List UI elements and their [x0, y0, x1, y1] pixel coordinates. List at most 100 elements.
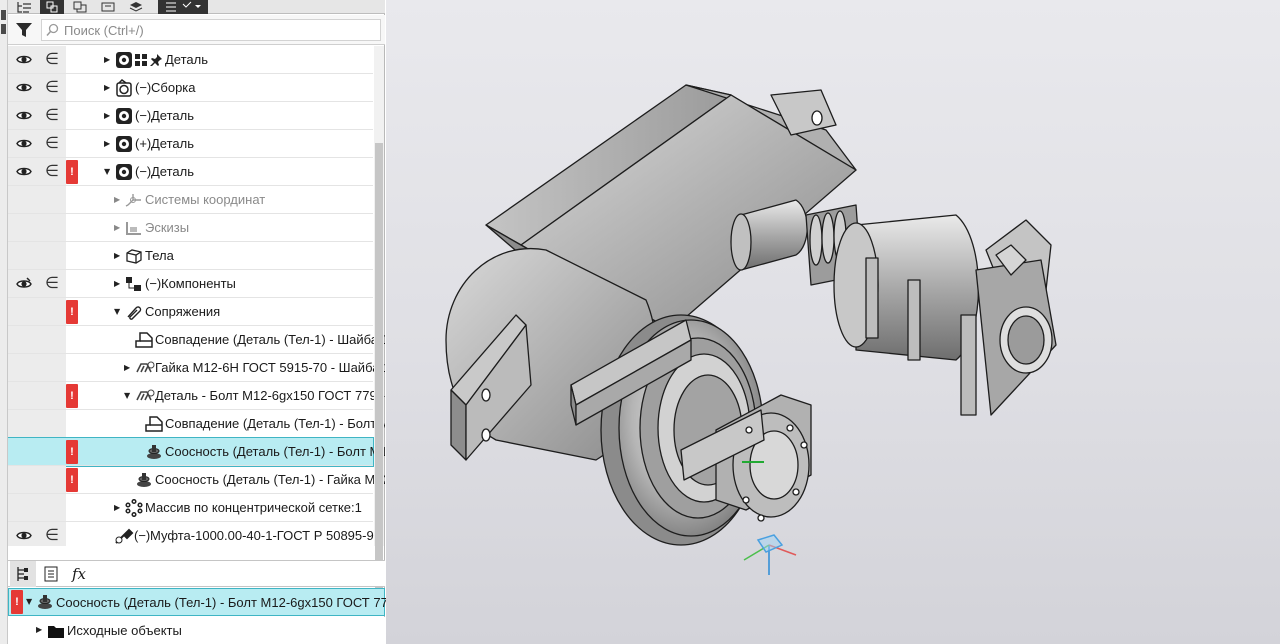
- model-tree: ∈ ▶ Деталь ∈ ▶ (−) Сборка ∈ ▶ (−) Деталь ∈ ▶ (+) Детал…: [8, 46, 385, 546]
- row-gutter: [8, 326, 66, 353]
- include-in-calculation-icon[interactable]: ∈: [45, 107, 59, 123]
- tree-view-icon[interactable]: [12, 0, 36, 14]
- row-gutter: [8, 410, 66, 437]
- tree-item-assembly[interactable]: ∈ ▶ (−) Сборка: [8, 74, 373, 102]
- floating-state-marker: (−): [135, 80, 152, 95]
- tree-item-mate-concentric-bolt[interactable]: ! Соосность (Деталь (Тел-1) - Болт М1: [8, 437, 385, 467]
- tree-item-mate-group-nut[interactable]: ▶ Гайка М12-6Н ГОСТ 5915-70 - Шайба 1: [8, 354, 385, 382]
- include-in-calculation-icon[interactable]: ∈: [45, 163, 59, 179]
- expand-arrow-icon[interactable]: ▶: [114, 279, 122, 289]
- tree-item-mate-coincidence-2[interactable]: Совпадение (Деталь (Тел-1) - Болт М: [8, 410, 385, 438]
- expand-arrow-icon[interactable]: ▼: [26, 597, 34, 607]
- tree-item-part-2[interactable]: ∈ ▶ (−) Деталь: [8, 102, 373, 130]
- visibility-eye-icon[interactable]: [16, 109, 32, 122]
- expand-arrow-icon[interactable]: ▶: [36, 625, 44, 635]
- visibility-eye-icon[interactable]: [16, 529, 32, 542]
- include-in-calculation-icon[interactable]: ∈: [45, 51, 59, 67]
- visibility-eye-icon[interactable]: [16, 81, 32, 94]
- row-gutter: ∈: [8, 102, 66, 129]
- row-gutter: [8, 354, 66, 381]
- sketch-icon: [125, 218, 143, 238]
- components-view-icon[interactable]: [68, 0, 92, 14]
- coincide-icon: [145, 414, 163, 434]
- expand-arrow-icon[interactable]: ▶: [124, 363, 132, 373]
- tree-item-label: Деталь: [151, 164, 194, 179]
- tree-item-label: Деталь - Болт М12-6gx150 ГОСТ 7798-7: [155, 388, 385, 403]
- concentric-icon: [135, 470, 153, 490]
- tab-properties[interactable]: [38, 561, 64, 587]
- tree-item-mates[interactable]: ! ▼ Сопряжения: [8, 298, 373, 326]
- collapse-arrow-icon[interactable]: ▼: [124, 391, 132, 401]
- view-mode-icon[interactable]: [96, 0, 120, 14]
- floating-state-marker: (−): [145, 276, 162, 291]
- tree-item-mate-coincidence-1[interactable]: Совпадение (Деталь (Тел-1) - Шайба 1: [8, 326, 385, 354]
- collapse-arrow-icon[interactable]: ▼: [114, 307, 122, 317]
- filter-options-dropdown[interactable]: [158, 0, 208, 14]
- tree-item-mate-concentric-nut[interactable]: ! Соосность (Деталь (Тел-1) - Гайка М12: [8, 466, 385, 494]
- visibility-eye-icon[interactable]: [16, 137, 32, 150]
- part-icon: [115, 106, 133, 126]
- include-in-calculation-icon[interactable]: ∈: [45, 275, 59, 291]
- tree-item-part-4[interactable]: ∈! ▼ (−) Деталь: [8, 158, 373, 186]
- tree-item-part-1[interactable]: ∈ ▶ Деталь: [8, 46, 373, 74]
- row-gutter: ∈: [8, 74, 66, 101]
- tree-item-label: Сопряжения: [145, 304, 221, 319]
- visibility-eye-icon[interactable]: [16, 53, 32, 66]
- tree-item-bodies[interactable]: ▶ Тела: [8, 242, 373, 270]
- tree-item-label: Муфта-1000.00-40-1-ГОСТ Р 50895-96: [150, 528, 381, 543]
- tab-tree[interactable]: [10, 561, 36, 587]
- floating-state-marker: (−): [135, 164, 152, 179]
- tree-item-coupling[interactable]: ∈ (−) Муфта-1000.00-40-1-ГОСТ Р 50895-96: [8, 522, 381, 546]
- include-in-calculation-icon[interactable]: ∈: [45, 79, 59, 95]
- tree-item-label: Деталь: [151, 136, 194, 151]
- layers-icon[interactable]: [124, 0, 148, 14]
- part-icon: [115, 50, 133, 70]
- error-badge: !: [66, 468, 78, 492]
- tree-scrollbar[interactable]: [374, 46, 384, 603]
- error-badge: !: [66, 384, 78, 408]
- expand-arrow-icon[interactable]: ▶: [114, 503, 122, 513]
- row-gutter: [8, 466, 66, 493]
- tree-item-label: Совпадение (Деталь (Тел-1) - Болт М: [165, 416, 385, 431]
- fx-icon: fx: [71, 565, 86, 583]
- expand-arrow-icon[interactable]: ▶: [104, 55, 112, 65]
- expand-arrow-icon[interactable]: ▶: [114, 223, 122, 233]
- row-gutter: ∈: [8, 130, 66, 157]
- row-gutter: ∈: [8, 522, 66, 546]
- tree-item-mate-group-bolt[interactable]: ! ▼ Деталь - Болт М12-6gx150 ГОСТ 7798-7: [8, 382, 385, 410]
- expand-arrow-icon[interactable]: ▶: [104, 83, 112, 93]
- tree-item-coordinate-systems[interactable]: ▶ Системы координат: [8, 186, 373, 214]
- filter-icon[interactable]: [14, 21, 34, 39]
- part-icon: [115, 162, 133, 182]
- tree-item-label: Деталь: [165, 52, 208, 67]
- tree-item-part-3[interactable]: ∈ ▶ (+) Деталь: [8, 130, 373, 158]
- tree-item-sketches[interactable]: ▶ Эскизы: [8, 214, 373, 242]
- scrollbar-thumb[interactable]: [375, 143, 383, 603]
- tree-item-components[interactable]: ∈ ▶ (−) Компоненты: [8, 270, 373, 298]
- expand-arrow-icon[interactable]: ▶: [104, 139, 112, 149]
- concentric-icon: [145, 442, 163, 462]
- search-input[interactable]: [64, 20, 364, 40]
- tree-item-circular-pattern[interactable]: ▶ Массив по концентрической сетке:1: [8, 494, 373, 522]
- include-in-calculation-icon[interactable]: ∈: [45, 135, 59, 151]
- structure-view-icon[interactable]: [40, 0, 64, 14]
- assembly-model-3d[interactable]: [386, 0, 1280, 644]
- include-in-calculation-icon[interactable]: ∈: [45, 527, 59, 543]
- row-gutter: ∈: [8, 46, 66, 73]
- expand-arrow-icon[interactable]: ▶: [114, 195, 122, 205]
- tree-item-label: Совпадение (Деталь (Тел-1) - Шайба 1: [155, 332, 385, 347]
- selected-object-row[interactable]: ! ▼ Соосность (Деталь (Тел-1) - Болт М12…: [8, 588, 395, 616]
- source-objects-row[interactable]: ▶ Исходные объекты: [8, 617, 385, 644]
- selected-object-label: Соосность (Деталь (Тел-1) - Болт М12-6gx…: [56, 595, 396, 610]
- row-gutter: ∈: [8, 270, 66, 297]
- row-gutter: [8, 242, 66, 269]
- tab-variables[interactable]: fx: [66, 561, 92, 587]
- partial-visibility-eye-icon[interactable]: [16, 277, 32, 290]
- expand-arrow-icon[interactable]: ▶: [114, 251, 122, 261]
- search-icon: [46, 23, 59, 36]
- error-badge: !: [66, 160, 78, 184]
- visibility-eye-icon[interactable]: [16, 165, 32, 178]
- 3d-viewport[interactable]: [386, 0, 1280, 644]
- expand-arrow-icon[interactable]: ▶: [104, 111, 112, 121]
- collapse-arrow-icon[interactable]: ▼: [104, 167, 112, 177]
